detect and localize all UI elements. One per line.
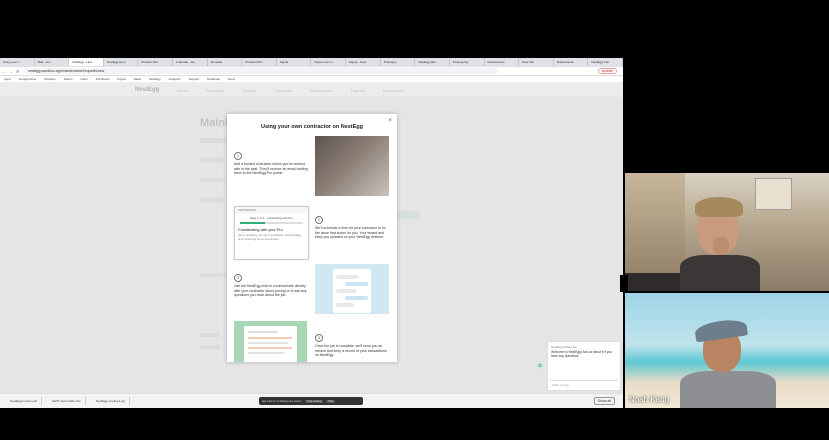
chat-bot-icon[interactable]: ✿ (535, 361, 545, 371)
chat-reply-input[interactable]: Write a reply... (550, 380, 618, 388)
bookmark-item[interactable]: Google Drive (15, 76, 41, 82)
chat-widget: NestEgg Online Inc Welcome to NestEgg! A… (547, 341, 621, 391)
step-text: Use the NestEgg chat to communicate dire… (234, 284, 307, 298)
browser-tab[interactable]: New Tab (519, 58, 554, 66)
bookmark-item[interactable]: Analytics (165, 76, 185, 82)
reload-icon[interactable]: ⟳ (14, 69, 21, 74)
download-item[interactable]: NestEgg-mockups.jpg (92, 397, 131, 405)
stop-sharing-button[interactable]: Stop sharing (305, 399, 324, 403)
browser-tab[interactable]: NestEgg Mar (415, 58, 450, 66)
browser-tab[interactable]: Figma - Nest (346, 58, 381, 66)
bookmark-item[interactable]: Roadmap (203, 76, 224, 82)
progress-fill (240, 222, 266, 224)
chat-illustration (315, 264, 389, 314)
modal-title: Using your own contractor on NestEgg (260, 124, 364, 130)
picture-frame (755, 178, 792, 210)
video-divider (620, 275, 628, 292)
bookmark-item[interactable]: Jira Board (92, 76, 114, 82)
participant-video-1 (625, 173, 829, 291)
browser-tab[interactable]: NestEgg - Hoa (69, 58, 104, 66)
bookmarks-bar: Apps Google Drive Dropbox Notion Inbox Jira B… (0, 76, 623, 83)
step-text: Once the job is complete, we'll send you… (315, 344, 387, 358)
progress-bar (240, 222, 303, 224)
chat-title: NestEgg Online Inc (551, 345, 577, 349)
browser-tab[interactable]: Prototype (381, 58, 416, 66)
participant-name: Noah Kang (629, 395, 670, 404)
browser-tab[interactable]: NestEgg Con (588, 58, 623, 66)
forward-icon[interactable]: → (7, 69, 14, 74)
browser-tab[interactable]: Product Sho (138, 58, 174, 66)
step-text: We'll schedule a time for your contracto… (315, 226, 386, 240)
card-header: NEW REQUEST (235, 207, 308, 214)
bookmark-item[interactable]: Docs (224, 76, 239, 82)
hide-button[interactable]: Hide (326, 399, 336, 403)
card-subtitle: We're updating your Pro's availability w… (238, 233, 301, 241)
step-number: 4 (315, 334, 323, 342)
download-item[interactable]: NEST-docs-2021.xlsx (48, 397, 86, 405)
browser-tab[interactable]: Zendesk (208, 58, 243, 66)
show-all-button[interactable]: Show all (593, 397, 615, 405)
phone-photo (315, 136, 389, 196)
card-step: Step 2 of 3 · scheduling with Pro (249, 216, 294, 220)
invoice-card (244, 326, 297, 362)
progress-card: NEW REQUEST Step 2 of 3 · scheduling wit… (234, 206, 309, 260)
browser-tab-strip: Using your c Mail - son NestEgg - Hoa NestE… (0, 58, 623, 67)
bookmark-item[interactable]: Apps (0, 76, 15, 82)
browser-tab[interactable]: Using your c (0, 58, 35, 66)
browser-tab[interactable]: Maintenance (485, 58, 520, 66)
browser-tab[interactable]: NestEgg Hom (104, 58, 139, 66)
url-field[interactable]: nestegg.sandbox.app/maintenance/requests… (24, 68, 498, 74)
address-bar: ← → ⟳ nestegg.sandbox.app/maintenance/re… (0, 67, 623, 76)
update-button[interactable]: Update (597, 68, 617, 74)
participant-body (680, 371, 776, 408)
cap (694, 317, 748, 343)
chat-phone (333, 269, 371, 313)
bookmark-item[interactable]: NestEgg (145, 76, 165, 82)
participant-body (680, 255, 760, 291)
step-number: 2 (315, 216, 323, 224)
step-number: 3 (234, 274, 242, 282)
browser-tab[interactable]: Prototyping (450, 58, 485, 66)
participant-video-2: Noah Kang (625, 293, 829, 408)
bookmark-item[interactable]: Figma (113, 76, 129, 82)
browser-tab[interactable]: Mail - son (35, 58, 70, 66)
browser-tab[interactable]: Product Plan (242, 58, 277, 66)
chat-message: Welcome to NestEgg! Ask us about it if y… (551, 350, 612, 358)
browser-tab[interactable]: Calendar - Ho (173, 58, 208, 66)
bookmark-item[interactable]: Dropbox (40, 76, 59, 82)
screen-share-bar: app.zoom.us is sharing your screen. Stop… (259, 397, 363, 405)
invoice-illustration (234, 321, 307, 362)
step-text: Add a trusted contractor whom you've wor… (234, 162, 308, 176)
share-status: app.zoom.us is sharing your screen. (262, 399, 303, 403)
browser-tab[interactable]: Figma (277, 58, 312, 66)
step-number: 1 (234, 152, 242, 160)
bookmark-item[interactable]: Slack (130, 76, 145, 82)
contractor-modal-view: × Using your own contractor on NestEgg 1… (227, 114, 397, 362)
browser-tab[interactable]: Maintenance (554, 58, 589, 66)
download-item[interactable]: NestEgg Invoice.pdf (6, 397, 42, 405)
back-icon[interactable]: ← (0, 69, 7, 74)
browser-tab[interactable]: Figma Comm (311, 58, 347, 66)
bookmark-item[interactable]: Notion (60, 76, 77, 82)
bookmark-item[interactable]: Inbox (76, 76, 91, 82)
bookmark-item[interactable]: Support (185, 76, 204, 82)
